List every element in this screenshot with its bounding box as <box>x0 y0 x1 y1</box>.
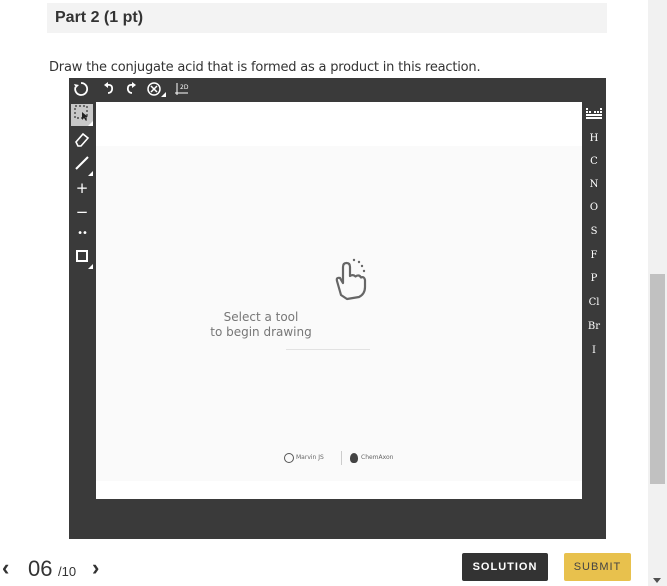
element-p[interactable]: P <box>582 272 606 286</box>
corner-marker <box>88 121 93 126</box>
ring-tool-icon[interactable] <box>71 247 93 269</box>
corner-marker <box>88 264 93 269</box>
hint-line1: Select a tool <box>223 310 299 324</box>
scroll-down-icon[interactable] <box>653 578 661 583</box>
lone-pair-icon[interactable]: •• <box>71 223 93 245</box>
solution-button[interactable]: SOLUTION <box>462 553 548 581</box>
pointing-hand-icon <box>335 258 367 301</box>
element-toolbar: H C N O S F P Cl Br I <box>582 102 606 539</box>
svg-text:2D: 2D <box>180 84 189 91</box>
chemaxon-logo: ChemAxon <box>350 451 404 465</box>
hint-divider <box>286 349 370 350</box>
part-title: Part 2 (1 pt) <box>55 9 144 26</box>
top-toolbar: 2D <box>69 78 606 102</box>
next-question-button[interactable]: › <box>92 557 110 581</box>
negative-charge-icon[interactable]: − <box>71 201 93 223</box>
redo-icon[interactable] <box>122 81 140 99</box>
element-f[interactable]: F <box>582 249 606 263</box>
element-br[interactable]: Br <box>582 320 606 334</box>
undo-icon[interactable] <box>100 81 118 99</box>
element-cl[interactable]: Cl <box>582 296 606 310</box>
2d-clean-icon[interactable]: 2D <box>173 81 191 99</box>
marvin-icon <box>284 452 294 463</box>
element-s[interactable]: S <box>582 225 606 239</box>
clear-icon[interactable] <box>72 81 90 99</box>
element-h[interactable]: H <box>582 132 606 146</box>
question-text: Draw the conjugate acid that is formed a… <box>49 60 481 75</box>
element-n[interactable]: N <box>582 178 606 192</box>
periodic-table-icon[interactable] <box>585 106 603 120</box>
previous-question-button[interactable]: ‹ <box>2 557 20 581</box>
element-i[interactable]: I <box>582 344 606 358</box>
select-tool-icon[interactable] <box>71 104 93 126</box>
corner-marker <box>88 171 93 176</box>
positive-charge-icon[interactable]: + <box>71 177 93 199</box>
total-questions: /10 <box>58 564 77 579</box>
scrollbar-thumb[interactable] <box>650 274 665 484</box>
logo-divider <box>341 451 342 465</box>
marvin-label: Marvin JS <box>296 454 324 461</box>
element-c[interactable]: C <box>582 155 606 169</box>
eraser-tool-icon[interactable] <box>71 130 93 152</box>
part-header: Part 2 (1 pt) <box>47 3 607 33</box>
bond-tool-icon[interactable] <box>71 154 93 176</box>
corner-marker <box>161 92 166 97</box>
marvin-logo: Marvin JS <box>284 451 338 465</box>
marvin-editor: 2D + − •• H C N O S F P Cl Br I <box>69 78 606 539</box>
current-question-number: 06 <box>28 556 53 581</box>
canvas-hint-text: Select a tool to begin drawing <box>0 310 522 340</box>
element-o[interactable]: O <box>582 201 606 215</box>
flask-icon <box>350 452 358 463</box>
hint-line2: to begin drawing <box>210 325 312 339</box>
submit-button[interactable]: SUBMIT <box>564 553 631 581</box>
chemaxon-label: ChemAxon <box>361 454 394 461</box>
page-scrollbar[interactable] <box>648 0 667 586</box>
